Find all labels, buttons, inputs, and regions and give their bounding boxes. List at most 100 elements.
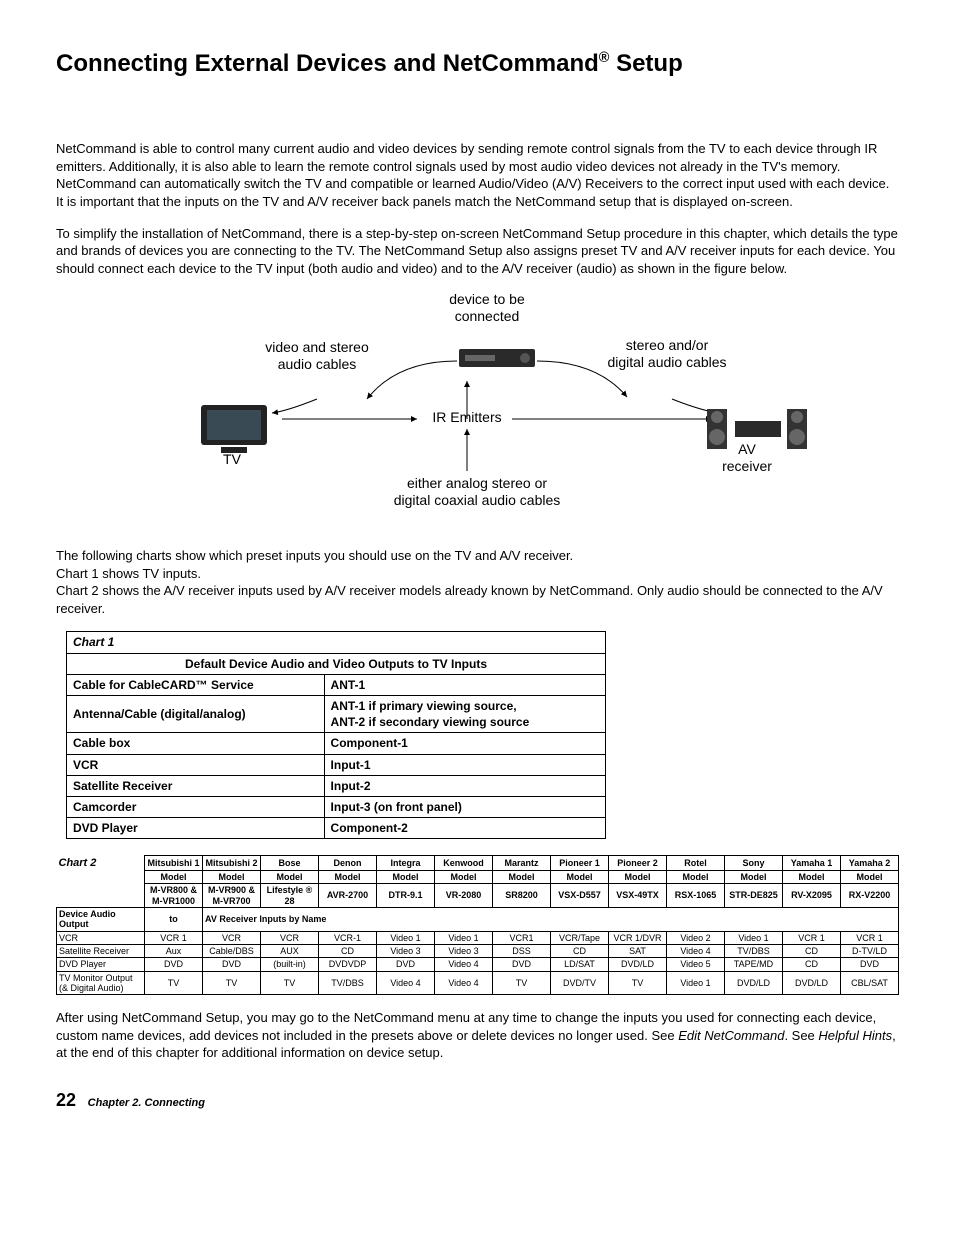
- chart2-cell: SAT: [609, 944, 667, 957]
- chart2-model-label: Model: [319, 870, 377, 883]
- chart2-cell: CD: [551, 944, 609, 957]
- chart1-device: Cable for CableCARD™ Service: [67, 674, 325, 695]
- chart2-cell: LD/SAT: [551, 958, 609, 971]
- chart2-cell: Video 4: [435, 971, 493, 995]
- chart2-brand-header: Yamaha 1: [783, 856, 841, 871]
- chart1-input: Input-2: [324, 775, 605, 796]
- chart1-input: Input-1: [324, 754, 605, 775]
- chart2-cell: TV: [493, 971, 551, 995]
- chart2-model-label: Model: [841, 870, 899, 883]
- chart2-cell: Video 1: [435, 931, 493, 944]
- chart2-cell: TV: [203, 971, 261, 995]
- chart1-input: ANT-1: [324, 674, 605, 695]
- chart2-cell: Cable/DBS: [203, 944, 261, 957]
- chart2-cell: Video 1: [377, 931, 435, 944]
- chart2-brand-header: Integra: [377, 856, 435, 871]
- chart2-cell: TV/DBS: [725, 944, 783, 957]
- chart2-cell: VCR/Tape: [551, 931, 609, 944]
- outro-para: After using NetCommand Setup, you may go…: [56, 1009, 898, 1062]
- charts-intro-line3: Chart 2 shows the A/V receiver inputs us…: [56, 583, 883, 616]
- chart2-cell: D-TV/LD: [841, 944, 899, 957]
- chart2-brand-header: Yamaha 2: [841, 856, 899, 871]
- chart2-cell: DVD: [493, 958, 551, 971]
- chart2-cell: TAPE/MD: [725, 958, 783, 971]
- chart2-cell: DVD: [203, 958, 261, 971]
- chart2-row-label: VCR: [57, 931, 145, 944]
- title-part-b: Setup: [609, 50, 682, 77]
- chart1-input: Component-2: [324, 818, 605, 839]
- chart2-cell: VCR 1: [783, 931, 841, 944]
- chart2-brand-header: Mitsubishi 2: [203, 856, 261, 871]
- chart2-model-label: Model: [493, 870, 551, 883]
- chart1-input: Input-3 (on front panel): [324, 796, 605, 817]
- chart2-cell: VCR: [261, 931, 319, 944]
- chart2-row-label: DVD Player: [57, 958, 145, 971]
- chart2-brand-header: Mitsubishi 1: [145, 856, 203, 871]
- chart2-model-label: Model: [725, 870, 783, 883]
- intro-para-2: To simplify the installation of NetComma…: [56, 225, 898, 278]
- outro-b: Edit NetCommand: [678, 1028, 784, 1043]
- connection-diagram: device to be connected video and stereo …: [117, 291, 837, 529]
- chart2-model: SR8200: [493, 884, 551, 908]
- chart2-cell: Video 1: [667, 971, 725, 995]
- chart2-model: RX-V2200: [841, 884, 899, 908]
- chart2-cell: Video 4: [667, 944, 725, 957]
- page-footer: 22 Chapter 2. Connecting: [56, 1088, 898, 1112]
- chart2-model-label: Model: [261, 870, 319, 883]
- chart2-model-label: Model: [435, 870, 493, 883]
- tv-icon: [197, 401, 277, 457]
- chart1-device: Cable box: [67, 733, 325, 754]
- chart1-device: Satellite Receiver: [67, 775, 325, 796]
- outro-d: Helpful Hints: [818, 1028, 892, 1043]
- device-icon: [457, 343, 537, 373]
- chart2-cell: VCR 1: [145, 931, 203, 944]
- chart2-model: DTR-9.1: [377, 884, 435, 908]
- chart2-cell: CBL/SAT: [841, 971, 899, 995]
- chart2-cell: CD: [319, 944, 377, 957]
- chart2-row-label: TV Monitor Output (& Digital Audio): [57, 971, 145, 995]
- chart2-cell: Video 3: [435, 944, 493, 957]
- chart2-model: STR-DE825: [725, 884, 783, 908]
- chart2-cell: TV: [261, 971, 319, 995]
- chart2-model: AVR-2700: [319, 884, 377, 908]
- outro-c: . See: [784, 1028, 818, 1043]
- chart2-model-label: Model: [609, 870, 667, 883]
- chart2-cell: VCR: [203, 931, 261, 944]
- to-label: to: [145, 907, 203, 931]
- chart2-cell: DVD: [841, 958, 899, 971]
- chart2-model: Lifestyle ® 28: [261, 884, 319, 908]
- chart-1-table: Chart 1 Default Device Audio and Video O…: [66, 631, 606, 839]
- registered-mark: ®: [599, 50, 610, 66]
- chart2-cell: Video 5: [667, 958, 725, 971]
- chart2-cell: CD: [783, 958, 841, 971]
- chart2-cell: VCR1: [493, 931, 551, 944]
- chart2-model-label: Model: [203, 870, 261, 883]
- chart2-cell: Aux: [145, 944, 203, 957]
- page-title: Connecting External Devices and NetComma…: [56, 48, 898, 80]
- label-video-stereo: video and stereo audio cables: [237, 339, 397, 373]
- chart2-cell: VCR 1/DVR: [609, 931, 667, 944]
- chart1-subtitle: Default Device Audio and Video Outputs t…: [67, 653, 606, 674]
- av-receiver-icon: [707, 403, 807, 453]
- charts-intro-line2: Chart 1 shows TV inputs.: [56, 566, 201, 581]
- chart2-model-label: Model: [551, 870, 609, 883]
- charts-intro-line1: The following charts show which preset i…: [56, 548, 573, 563]
- chart2-cell: TV: [145, 971, 203, 995]
- chart2-cell: DVD/TV: [551, 971, 609, 995]
- chart1-device: Antenna/Cable (digital/analog): [67, 695, 325, 732]
- chart2-cell: Video 1: [725, 931, 783, 944]
- label-device: device to be connected: [417, 291, 557, 325]
- chart2-cell: DVD/LD: [725, 971, 783, 995]
- label-ir: IR Emitters: [417, 409, 517, 426]
- chart1-input: Component-1: [324, 733, 605, 754]
- chart2-brand-header: Sony: [725, 856, 783, 871]
- chart2-cell: Video 4: [377, 971, 435, 995]
- chart2-cell: VCR-1: [319, 931, 377, 944]
- chart2-model-label: Model: [377, 870, 435, 883]
- chart2-brand-header: Marantz: [493, 856, 551, 871]
- chart2-title: Chart 2: [57, 856, 145, 871]
- chart2-brand-header: Rotel: [667, 856, 725, 871]
- chart2-model: RV-X2095: [783, 884, 841, 908]
- chart2-cell: DVD/LD: [783, 971, 841, 995]
- chart2-cell: Video 4: [435, 958, 493, 971]
